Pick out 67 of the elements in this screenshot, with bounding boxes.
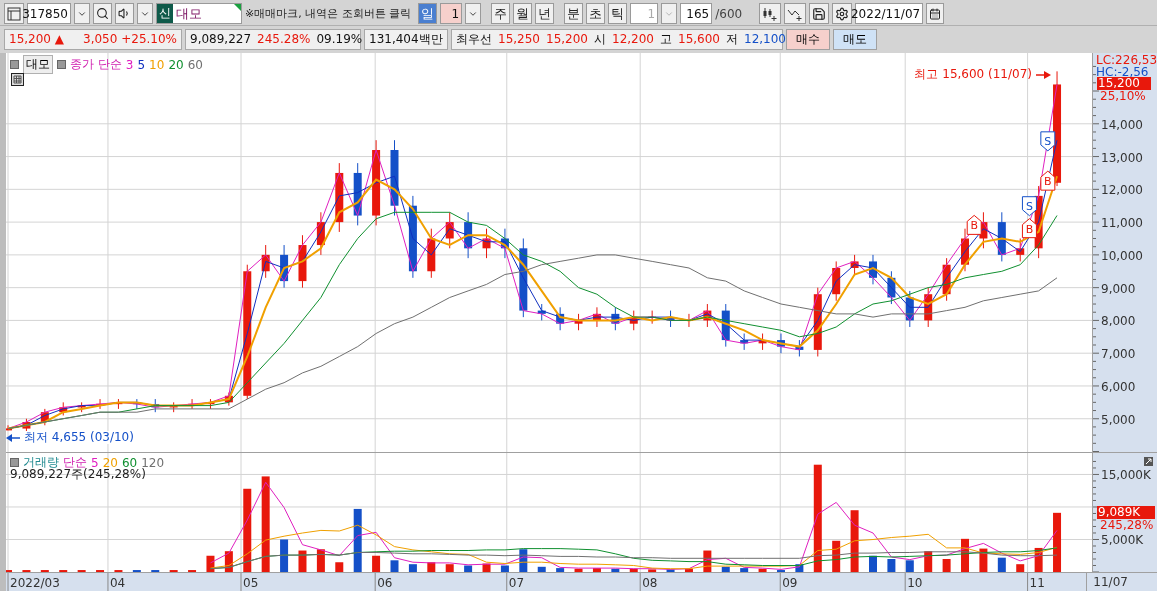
trade-amount: 131,404백만 [369,30,443,48]
axis-tick-label: 9,000 [1101,281,1136,296]
axis-tick-label: 05 [243,576,259,590]
buy-signal-marker: B [966,214,982,235]
low-price: 12,100 [744,32,786,47]
legend-title: 종가 단순 [70,56,122,73]
axis-tick-label: 13,000 [1101,150,1143,165]
axis-tick-label: 11,000 [1101,216,1143,231]
axis-tick-label: 7,000 [1101,347,1136,362]
turnover-rate: 09.19% [316,32,363,47]
best-quote-label: 최우선 [456,30,492,48]
open-label: 시 [594,30,606,48]
buy-signal-marker: B [1021,218,1037,239]
axis-tick-label: 8,000 [1101,314,1136,329]
axis-tick-label: 6,000 [1101,379,1136,394]
legend-period: 5 [91,455,99,470]
axis-tick-label: 5,000 [1101,412,1136,427]
volume-ratio: 245.28% [257,32,311,47]
low-price-note: 최저 4,655 (03/10) [23,431,135,444]
legend-period: 60 [187,57,203,72]
notice-text: ※매매마크, 내역은 조회버튼 클릭 [245,6,412,22]
legend-title: 거래량 [23,454,59,469]
legend-period: 20 [102,455,118,470]
current-price: 15,200 ▲ [9,32,65,47]
stock-name: 대모 [176,4,202,23]
trade-volume: 9,089,227 [190,32,252,47]
legend-period: 3 [125,57,134,72]
high-price: 15,600 [678,32,720,47]
volume-ratio-tag: 245,28% [1099,518,1155,532]
high-label: 고 [660,30,672,48]
axis-tick-label: 14,000 [1101,117,1143,132]
axis-tick-label: 06 [377,576,393,590]
axis-tick-label: 09 [782,576,798,590]
axis-tick-label: 2022/03 [10,576,60,590]
lc-value: LC:226,53 [1095,54,1157,67]
axis-tick-label: 04 [109,576,126,590]
axis-tick-label: 5,000K [1101,533,1144,548]
bid-price: 15,200 [546,32,588,47]
market-badge: 신 [157,4,173,24]
legend-period: 20 [168,57,184,72]
change-rate-tag: 25,10% [1099,90,1147,104]
bar-max-label: /600 [715,6,743,21]
buy-signal-marker: B [1040,170,1056,191]
legend-period: 10 [149,57,165,72]
axis-tick-label: 08 [642,576,658,590]
legend-period: 5 [137,57,146,72]
stock-name-tag: 대모 [23,55,53,74]
legend-title: 단순 [63,454,87,469]
axis-tick-label: 07 [508,576,525,590]
ask-price: 15,250 [498,32,540,47]
axis-tick-label: 10,000 [1101,248,1143,263]
axis-tick-label: 15,000K [1101,468,1151,483]
current-price-tag: 15,200 [1097,77,1151,91]
axis-tick-label: 11 [1029,576,1045,590]
axis-date-label: 11/07 [1086,573,1157,591]
axis-tick-label: 10 [907,576,923,590]
current-volume-tag: 9,089K [1097,505,1155,519]
sell-signal-marker: S [1021,196,1037,217]
price-change: 3,050 +25.10% [83,32,177,47]
low-label: 저 [726,30,738,48]
sell-signal-marker: S [1040,131,1056,152]
high-price-note: 최고 15,600 (11/07) [913,68,1033,81]
axis-tick-label: 12,000 [1101,183,1143,198]
legend-period: 60 [121,455,138,470]
open-price: 12,200 [612,32,654,47]
hc-value: HC:-2,56 [1095,66,1150,79]
volume-info: 9,089,227주(245,28%) [9,468,147,481]
